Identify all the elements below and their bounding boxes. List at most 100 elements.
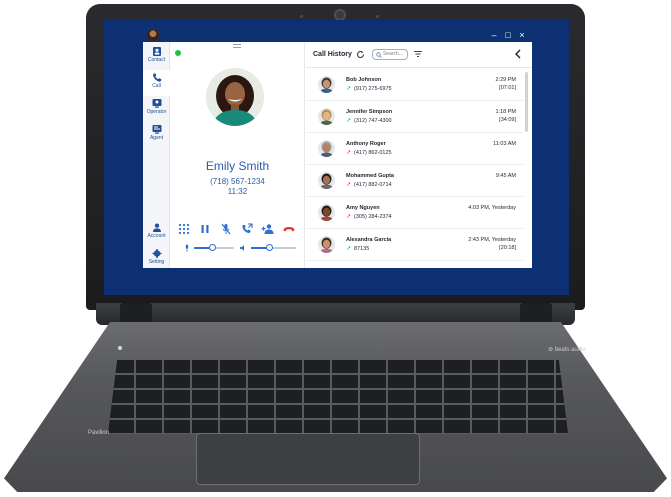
softphone-window: – □ × Contact Call Operator Agent Accoun… <box>143 28 532 272</box>
keyboard-rows <box>108 360 568 434</box>
close-button[interactable]: × <box>516 29 528 41</box>
call-duration: [34:09] <box>499 117 516 123</box>
contact-photo <box>206 68 264 126</box>
title-bar: – □ × <box>143 28 532 42</box>
sidebar-item-label: Setting <box>148 259 165 265</box>
mute-icon[interactable] <box>219 222 233 236</box>
outgoing-call-icon: ↗ <box>346 246 352 252</box>
drag-handle-icon[interactable] <box>233 44 241 48</box>
speaker-slider-thumb[interactable] <box>266 244 273 251</box>
caller-photo <box>318 76 335 93</box>
avatar <box>318 204 335 221</box>
avatar <box>318 76 335 93</box>
caller-name: Jennifer Simpson <box>346 109 393 115</box>
search-placeholder: Search... <box>383 51 404 57</box>
caller-photo <box>318 140 335 157</box>
sidebar-item-agent[interactable]: Agent <box>143 122 170 148</box>
filter-icon[interactable] <box>414 50 422 58</box>
caller-number: (305) 284-2374 <box>354 214 392 220</box>
sidebar-item-account[interactable]: Account <box>143 220 170 246</box>
call-history-title: Call History <box>313 51 352 58</box>
call-timer: 11:32 <box>227 187 248 196</box>
search-icon <box>376 52 382 58</box>
caller-name: Bob Johnson <box>346 77 382 83</box>
call-history-entry[interactable]: Alexandra Garcia ↗ 87135 2:43 PM, Yesterday… <box>306 229 524 261</box>
call-time: 2:43 PM, Yesterday <box>468 237 516 243</box>
scrollbar[interactable] <box>525 72 528 132</box>
desktop-strip <box>143 268 532 272</box>
maximize-button[interactable]: □ <box>502 29 514 41</box>
hangup-icon[interactable] <box>282 222 296 236</box>
caller-name: Anthony Roger <box>346 141 386 147</box>
phone-icon <box>152 73 161 82</box>
model-name: Pavilion <box>88 430 110 436</box>
contact-icon <box>152 47 161 56</box>
caller-name: Alexandra Garcia <box>346 237 392 243</box>
refresh-icon[interactable] <box>356 50 365 59</box>
sidebar-item-label: Contact <box>147 57 166 63</box>
sidebar-item-label: Call <box>152 83 161 89</box>
caller-photo <box>318 108 335 125</box>
touchpad <box>196 433 420 485</box>
call-history-entry[interactable]: Mohammed Gupta ↗ (417) 882-0714 9:45 AM <box>306 165 524 197</box>
search-input[interactable]: Search... <box>372 49 408 60</box>
caller-number: (417) 862-0125 <box>354 150 392 156</box>
sensor-dot <box>300 15 303 18</box>
call-time: 4:03 PM, Yesterday <box>468 205 516 211</box>
caller-photo <box>318 236 335 253</box>
call-history-panel: Call History Search... Bob Johnson ↗ (917)… <box>306 42 532 272</box>
sidebar-item-label: Agent <box>149 135 164 141</box>
user-avatar[interactable] <box>147 29 159 41</box>
sidebar: Contact Call Operator Agent Account Sett… <box>143 42 170 272</box>
online-status-indicator <box>175 50 181 56</box>
speaker-brand: ⊛ beats audio <box>548 347 586 353</box>
avatar <box>318 236 335 253</box>
call-time: 2:29 PM <box>495 77 516 83</box>
outgoing-call-icon: ↗ <box>346 118 352 124</box>
pause-icon[interactable] <box>198 222 212 236</box>
add-user-icon[interactable] <box>261 222 275 236</box>
avatar <box>318 108 335 125</box>
call-time: 1:18 PM <box>495 109 516 115</box>
minimize-button[interactable]: – <box>488 29 500 41</box>
missed-call-icon: ↗ <box>346 214 352 220</box>
sidebar-item-contact[interactable]: Contact <box>143 44 170 70</box>
call-duration: [20:18] <box>499 245 516 251</box>
call-history-entry[interactable]: Anthony Roger ↗ (417) 862-0125 11:03 AM <box>306 133 524 165</box>
active-call-panel: Emily Smith (718) 567-1234 11:32 <box>170 42 305 272</box>
microphone-icon <box>185 244 189 252</box>
outgoing-call-icon: ↗ <box>346 86 352 92</box>
dialpad-icon[interactable] <box>177 222 191 236</box>
sidebar-item-label: Operator <box>146 109 167 115</box>
sensor-dot <box>376 15 379 18</box>
avatar <box>318 140 335 157</box>
caller-number: (312) 747-4300 <box>354 118 392 124</box>
agent-icon <box>152 125 161 134</box>
caller-name: Mohammed Gupta <box>346 173 394 179</box>
account-icon <box>152 223 161 232</box>
hinge <box>96 303 575 325</box>
volume-controls <box>184 244 304 252</box>
call-history-entry[interactable]: Jennifer Simpson ↗ (312) 747-4300 1:18 PM [3… <box>306 101 524 133</box>
chevron-left-icon[interactable] <box>514 49 522 59</box>
avatar <box>318 172 335 189</box>
power-led <box>118 346 122 350</box>
operator-icon <box>152 99 161 108</box>
sidebar-item-call[interactable]: Call <box>143 70 170 96</box>
caller-name: Amy Nguyen <box>346 205 380 211</box>
call-history-entry[interactable]: Amy Nguyen ↗ (305) 284-2374 4:03 PM, Yester… <box>306 197 524 229</box>
sidebar-item-operator[interactable]: Operator <box>143 96 170 122</box>
caller-number: (417) 882-0714 <box>354 182 392 188</box>
call-controls <box>177 222 297 238</box>
call-history-entry[interactable]: Bob Johnson ↗ (917) 275-6975 2:29 PM [07:01] <box>306 69 524 101</box>
caller-number: 87135 <box>354 246 370 252</box>
gear-icon <box>152 249 161 258</box>
speaker-icon <box>240 245 244 251</box>
caller-photo <box>318 204 335 221</box>
call-time: 9:45 AM <box>495 173 516 179</box>
call-duration: [07:01] <box>499 85 516 91</box>
missed-call-icon: ↗ <box>346 150 352 156</box>
transfer-icon[interactable] <box>240 222 254 236</box>
mic-slider-thumb[interactable] <box>209 244 216 251</box>
contact-name: Emily Smith <box>205 159 270 173</box>
